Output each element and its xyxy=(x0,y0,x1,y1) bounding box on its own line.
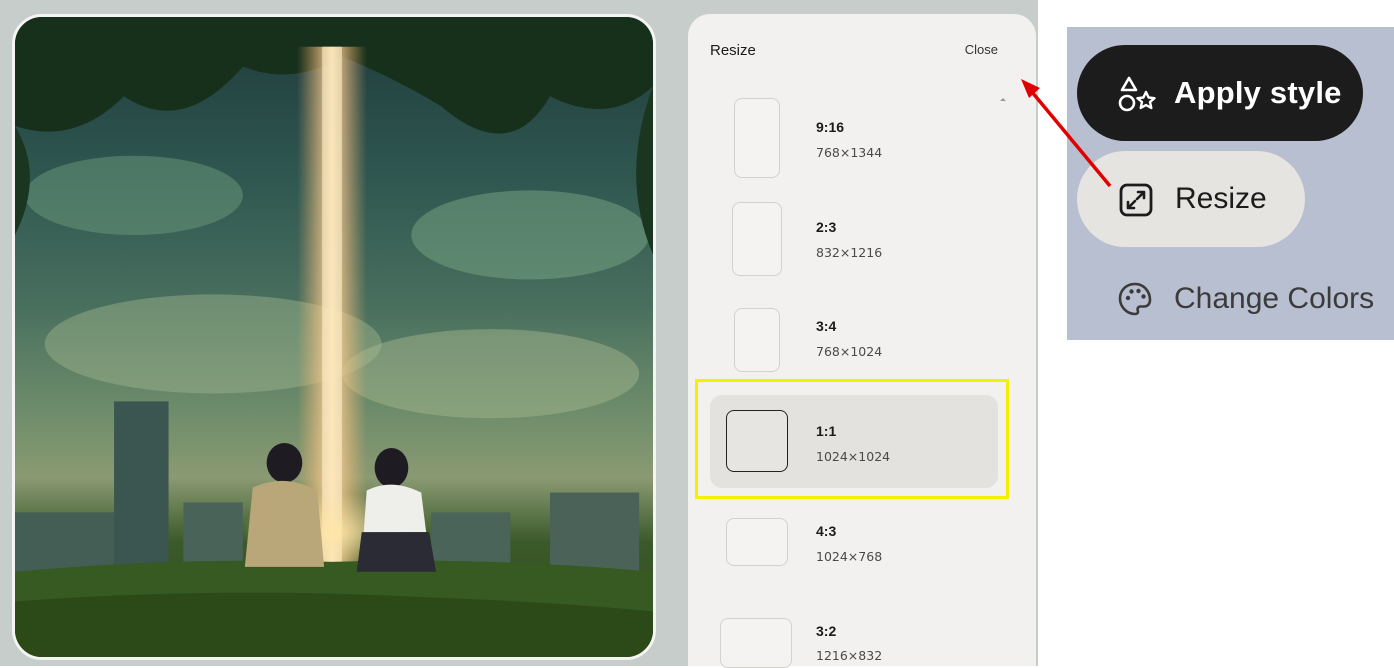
shapes-icon xyxy=(1118,76,1156,112)
apply-style-label: Apply style xyxy=(1174,75,1342,110)
panel-title: Resize xyxy=(710,42,756,59)
highlight-annotation-box xyxy=(695,379,1009,499)
option-ratio: 3:2 xyxy=(816,623,837,639)
palette-icon xyxy=(1118,282,1152,316)
option-ratio: 4:3 xyxy=(816,523,837,539)
close-button[interactable]: Close xyxy=(965,42,998,57)
resize-label: Resize xyxy=(1175,182,1267,215)
ratio-thumbnail xyxy=(732,202,782,276)
option-4-3[interactable]: 4:3 1024×768 xyxy=(710,510,998,590)
resize-button[interactable]: Resize xyxy=(1077,151,1305,247)
resize-expand-icon xyxy=(1119,183,1153,217)
scroll-up-arrow-icon[interactable] xyxy=(1000,98,1006,101)
option-dimensions: 768×1024 xyxy=(816,344,883,359)
ratio-thumbnail xyxy=(720,618,792,668)
ratio-thumbnail xyxy=(734,308,780,372)
ratio-thumbnail xyxy=(726,518,788,566)
option-ratio: 9:16 xyxy=(816,119,845,135)
option-9-16[interactable]: 9:16 768×1344 xyxy=(710,86,998,186)
change-colors-button[interactable]: Change Colors xyxy=(1077,267,1394,333)
anime-scene-image xyxy=(15,17,653,657)
option-dimensions: 832×1216 xyxy=(816,245,883,260)
resize-panel: Resize Close 9:16 768×1344 2:3 832×1216 … xyxy=(688,14,1036,668)
option-ratio: 3:4 xyxy=(816,318,837,334)
option-dimensions: 1024×768 xyxy=(816,549,883,564)
option-3-4[interactable]: 3:4 768×1024 xyxy=(710,300,998,380)
apply-style-button[interactable]: Apply style xyxy=(1077,45,1363,141)
option-3-2[interactable]: 3:2 1216×832 xyxy=(710,610,998,668)
option-ratio: 2:3 xyxy=(816,219,837,235)
change-colors-label: Change Colors xyxy=(1174,282,1375,315)
toolbar-zoom-inset: Apply style Resize Change Colors xyxy=(1067,27,1394,340)
option-dimensions: 768×1344 xyxy=(816,145,883,160)
generated-image[interactable] xyxy=(12,14,656,660)
option-2-3[interactable]: 2:3 832×1216 xyxy=(710,194,998,284)
option-dimensions: 1216×832 xyxy=(816,648,883,663)
ratio-thumbnail xyxy=(734,98,780,178)
